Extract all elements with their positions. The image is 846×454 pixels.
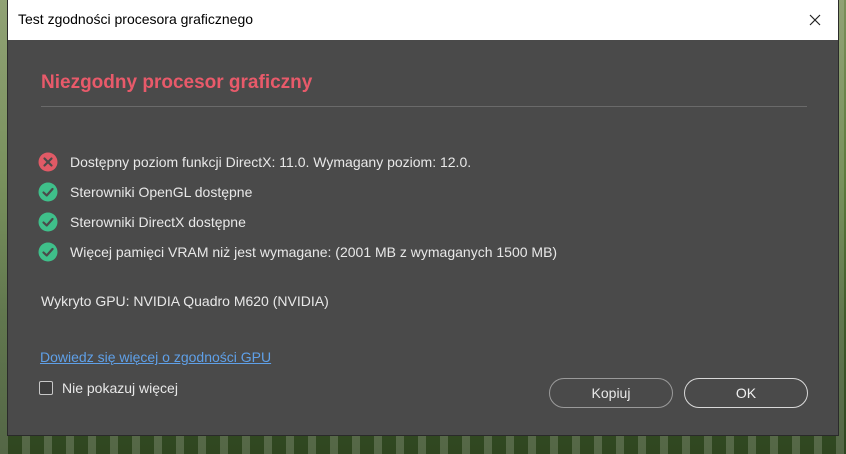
learn-more-link[interactable]: Dowiedz się więcej o zgodności GPU [40, 349, 271, 365]
check-item-text: Więcej pamięci VRAM niż jest wymagane: (… [70, 244, 558, 260]
check-list: Dostępny poziom funkcji DirectX: 11.0. W… [38, 147, 808, 267]
dont-show-again-label: Nie pokazuj więcej [62, 380, 178, 396]
check-item-vram: Więcej pamięci VRAM niż jest wymagane: (… [38, 237, 808, 267]
check-item-directx-drivers: Sterowniki DirectX dostępne [38, 207, 808, 237]
check-item-directx-level: Dostępny poziom funkcji DirectX: 11.0. W… [38, 147, 808, 177]
dialog-heading: Niezgodny procesor graficzny [41, 72, 313, 93]
check-item-text: Sterowniki OpenGL dostępne [70, 184, 253, 200]
checkbox-box[interactable] [39, 381, 53, 395]
detected-gpu-text: Wykryto GPU: NVIDIA Quadro M620 (NVIDIA) [41, 293, 329, 309]
ok-button[interactable]: OK [684, 378, 808, 408]
check-circle-icon [38, 182, 58, 202]
window-title: Test zgodności procesora graficznego [18, 11, 254, 27]
heading-divider [41, 106, 807, 107]
error-circle-icon [38, 152, 58, 172]
check-item-opengl: Sterowniki OpenGL dostępne [38, 177, 808, 207]
title-bar[interactable]: Test zgodności procesora graficznego [8, 0, 838, 40]
gpu-compatibility-dialog: Test zgodności procesora graficznego Nie… [8, 0, 838, 435]
close-button[interactable] [792, 0, 838, 40]
dialog-content: Niezgodny procesor graficzny Dostępny po… [8, 40, 838, 435]
check-circle-icon [38, 242, 58, 262]
dont-show-again-checkbox[interactable]: Nie pokazuj więcej [39, 380, 178, 396]
close-icon [809, 14, 821, 26]
copy-button[interactable]: Kopiuj [549, 378, 673, 408]
check-item-text: Sterowniki DirectX dostępne [70, 214, 246, 230]
check-item-text: Dostępny poziom funkcji DirectX: 11.0. W… [70, 154, 472, 170]
check-circle-icon [38, 212, 58, 232]
